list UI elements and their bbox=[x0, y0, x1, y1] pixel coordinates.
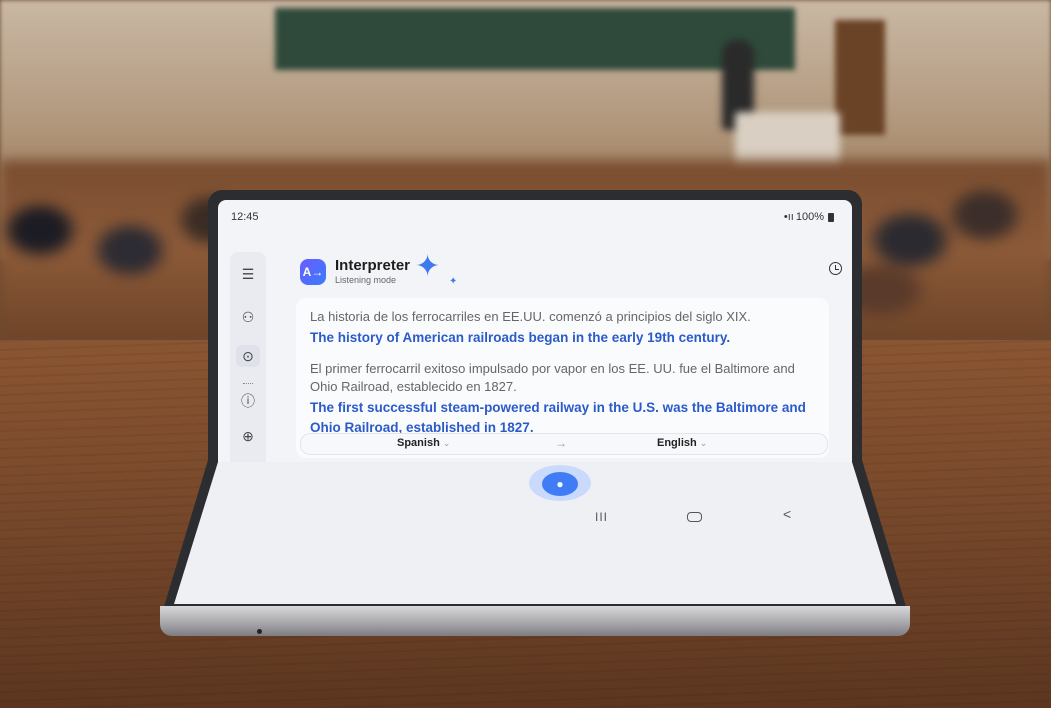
back-button[interactable]: < bbox=[783, 506, 791, 522]
recent-apps-button[interactable]: III bbox=[595, 510, 608, 524]
wifi-signal-icon: •ıı bbox=[783, 211, 794, 223]
conversation-mode-icon[interactable]: ⚇ bbox=[230, 309, 266, 326]
ai-sparkle-icon: ✦ bbox=[415, 250, 441, 283]
target-language-dropdown[interactable]: English ⌄ bbox=[657, 437, 707, 449]
phone-frame-edge bbox=[160, 606, 910, 636]
mode-subtitle: Listening mode bbox=[335, 275, 397, 285]
history-clock-icon[interactable] bbox=[829, 262, 842, 275]
microphone-button[interactable]: ● bbox=[542, 472, 578, 496]
background-chalkboard bbox=[275, 8, 795, 70]
battery-percent: 100% bbox=[795, 211, 824, 223]
rail-divider bbox=[243, 383, 253, 384]
add-icon[interactable]: ⊕ bbox=[230, 428, 266, 445]
translated-text: The first successful steam-powered railw… bbox=[310, 400, 806, 435]
battery-icon bbox=[828, 212, 834, 222]
source-text: El primer ferrocarril exitoso impulsado … bbox=[310, 361, 795, 394]
language-selector-bar: Spanish ⌄ → English ⌄ bbox=[300, 433, 828, 455]
chevron-down-icon: ⌄ bbox=[442, 438, 451, 448]
info-icon[interactable]: ⓘ bbox=[230, 391, 266, 411]
status-indicators: •ıı 100% bbox=[784, 211, 834, 223]
home-button[interactable] bbox=[687, 512, 702, 522]
source-language-label: Spanish bbox=[397, 437, 440, 449]
microphone-icon: ● bbox=[556, 477, 564, 491]
background-door bbox=[835, 20, 885, 135]
menu-icon[interactable]: ☰ bbox=[230, 266, 266, 283]
foldable-phone: 12:45 •ıı 100% ☰ ⚇ ⊙ ⓘ ⊕ A→ Interpreter … bbox=[160, 190, 910, 642]
listening-mode-icon[interactable]: ⊙ bbox=[236, 345, 260, 367]
interpreter-app-icon: A→ bbox=[300, 259, 326, 285]
upper-screen: 12:45 •ıı 100% ☰ ⚇ ⊙ ⓘ ⊕ A→ Interpreter … bbox=[218, 200, 852, 472]
app-title: Interpreter bbox=[335, 257, 411, 274]
status-time: 12:45 bbox=[231, 211, 259, 223]
swap-arrow-icon[interactable]: → bbox=[555, 436, 567, 450]
sim-tray-hole bbox=[257, 629, 262, 634]
translated-text: The history of American railroads began … bbox=[310, 330, 731, 345]
target-language-label: English bbox=[657, 437, 697, 449]
ai-sparkle-small-icon: ✦ bbox=[449, 276, 458, 287]
source-text: La historia de los ferrocarriles en EE.U… bbox=[310, 309, 751, 324]
side-navigation-rail: ☰ ⚇ ⊙ ⓘ ⊕ bbox=[230, 252, 266, 472]
chevron-down-icon: ⌄ bbox=[699, 438, 708, 448]
source-language-dropdown[interactable]: Spanish ⌄ bbox=[397, 437, 450, 449]
